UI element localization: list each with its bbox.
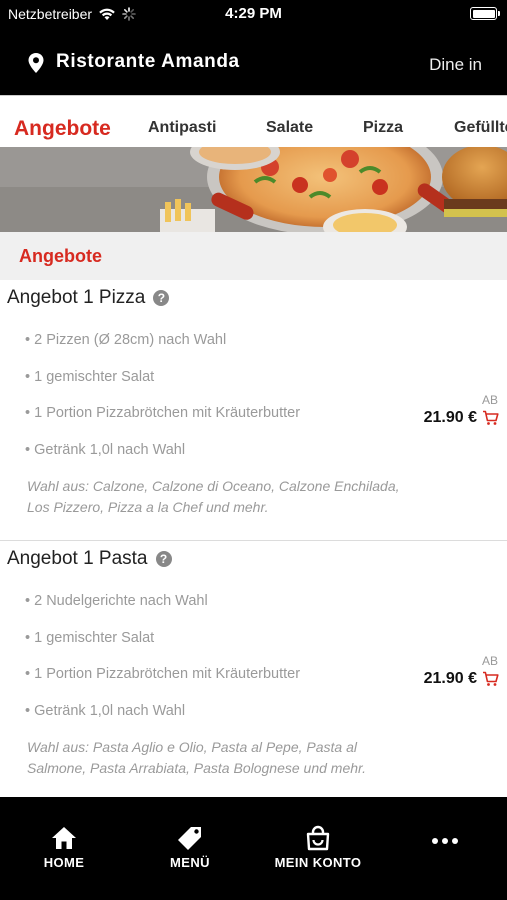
app-header: Ristorante Amanda Dine in [0,28,507,95]
offer-title-group: Angebot 1 Pizza ? [7,287,170,309]
info-icon[interactable]: ? [155,551,172,567]
offer-note: Wahl aus: Pasta Aglio e Olio, Pasta al P… [27,739,367,776]
price-prefix: AB [481,393,498,407]
shopping-bag-icon [306,825,330,851]
status-bar: Netzbetreiber 4:29 PM [0,0,507,28]
price-button[interactable]: 21.90 € [424,670,499,688]
cart-icon[interactable] [482,410,499,426]
offer-item: • 1 gemischter Salat [25,630,155,646]
home-icon [52,827,76,849]
tab-gefuellte[interactable]: Gefüllte [454,119,507,137]
section-title: Angebote [19,246,102,266]
offer-title-group: Angebot 1 Pasta ? [7,548,172,570]
bottom-nav: HOME MENÜ MEIN KONTO [0,797,507,900]
tab-salate[interactable]: Salate [266,119,313,137]
offer-title: Angebot 1 Pasta [7,548,148,569]
offer-card[interactable]: Angebot 1 Pizza ? • 2 Pizzen (Ø 28cm) na… [0,280,507,541]
more-icon [432,838,458,844]
tab-pizza[interactable]: Pizza [363,119,403,137]
offer-item: • 1 Portion Pizzabrötchen mit Kräuterbut… [25,405,301,421]
cart-icon[interactable] [482,671,499,687]
offer-item: • Getränk 1,0l nach Wahl [25,703,186,719]
price-value: 21.90 € [423,670,477,687]
nav-account[interactable]: MEIN KONTO [270,825,366,870]
nav-menu-label: MENÜ [170,855,210,870]
offer-item: • 1 Portion Pizzabrötchen mit Kräuterbut… [25,666,301,682]
offer-item: • 1 gemischter Salat [25,369,155,385]
info-icon[interactable]: ? [153,290,170,306]
offer-title: Angebot 1 Pizza [7,287,146,308]
dine-in-mode[interactable]: Dine in [429,55,482,75]
nav-home[interactable]: HOME [40,825,88,870]
price-value: 21.90 € [423,409,477,426]
tab-angebote[interactable]: Angebote [14,117,111,141]
offer-note: Wahl aus: Calzone, Calzone di Oceano, Ca… [27,478,400,515]
price-button[interactable]: 21.90 € [424,409,499,427]
offer-item: • 2 Nudelgerichte nach Wahl [25,593,208,609]
status-time: 4:29 PM [225,5,282,22]
offer-card[interactable]: Angebot 1 Pasta ? • 2 Nudelgerichte nach… [0,541,507,796]
category-tabs: Angebote Antipasti Salate Pizza Gefüllte [0,95,507,147]
tab-antipasti[interactable]: Antipasti [148,119,216,137]
section-header: Angebote [0,232,507,280]
offer-item: • 2 Pizzen (Ø 28cm) nach Wahl [25,332,227,348]
battery-icon [470,7,500,20]
offer-item: • Getränk 1,0l nach Wahl [25,442,186,458]
nav-menu[interactable]: MENÜ [166,825,214,870]
price-prefix: AB [481,654,498,668]
nav-account-label: MEIN KONTO [274,855,362,870]
location-pin-icon[interactable] [27,52,45,74]
nav-more[interactable] [428,837,462,849]
nav-home-label: HOME [43,855,85,870]
tag-icon [178,827,201,850]
food-banner-image [0,147,507,232]
restaurant-name[interactable]: Ristorante Amanda [56,51,240,73]
